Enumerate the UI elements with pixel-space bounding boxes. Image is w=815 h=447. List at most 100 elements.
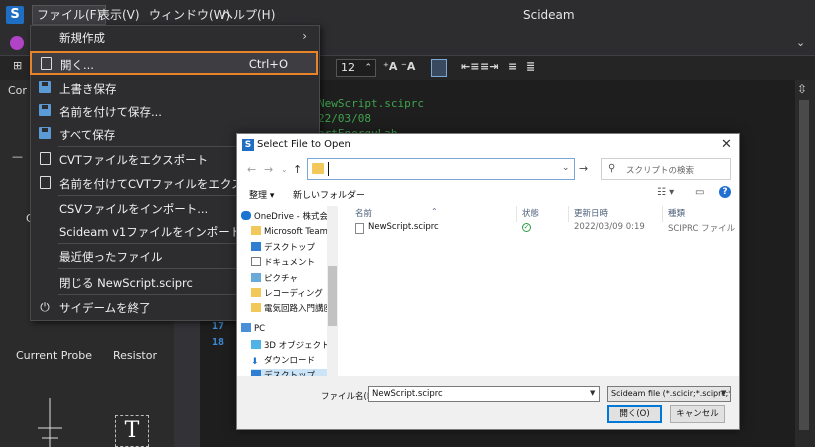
font-size-value: 12	[341, 61, 355, 74]
file-type: SCIPRC ファイル	[668, 224, 736, 234]
menu-help[interactable]: ヘルプ(H)	[221, 6, 275, 24]
menu-window[interactable]: ウィンドウ(W)	[149, 6, 230, 24]
code-line: 22/03/08	[318, 112, 371, 125]
dialog-title: Select File to Open	[257, 139, 351, 150]
app-logo-icon: S	[6, 6, 24, 24]
open-button[interactable]: 開く(O)	[607, 405, 662, 423]
script-tab-icon[interactable]	[10, 36, 24, 50]
nav-item-teams[interactable]: Microsoft Teams	[251, 226, 332, 240]
dialog-command-bar: 整理 ▾ 新しいフォルダー ☷ ▾ ▭	[237, 184, 739, 206]
column-separator[interactable]	[516, 206, 517, 222]
dialog-titlebar[interactable]: S Select File to Open ✕	[237, 134, 739, 156]
grid-icon[interactable]: ⊞	[13, 59, 22, 72]
save-all-icon	[38, 127, 52, 141]
folder-icon	[312, 163, 324, 174]
editor-scroll-thumb[interactable]	[799, 100, 809, 430]
chevron-down-icon[interactable]: ⌄	[562, 163, 570, 173]
nav-item-pictures[interactable]: ピクチャ	[251, 272, 298, 286]
search-placeholder: スクリプトの検索	[626, 166, 695, 176]
indent-icon[interactable]: ≡⇥	[480, 60, 498, 73]
code-line: NewScript.sciprc	[318, 97, 424, 110]
stepper-icon[interactable]: ⌃	[364, 60, 372, 76]
column-separator[interactable]	[568, 206, 569, 222]
column-name[interactable]: 名前	[355, 207, 372, 219]
dialog-footer	[237, 376, 739, 429]
folder-icon	[251, 288, 261, 297]
nav-item-onedrive[interactable]: OneDrive - 株式会	[241, 210, 328, 224]
nav-item-course[interactable]: 電気回路入門講座	[251, 302, 332, 316]
back-icon[interactable]: ←	[247, 163, 256, 176]
chevron-right-icon: ›	[302, 29, 307, 43]
filename-input[interactable]: NewScript.sciprc	[368, 386, 600, 402]
menu-item-new[interactable]: 新規作成 ›	[31, 26, 319, 49]
go-icon[interactable]: →	[579, 162, 588, 175]
pc-icon	[241, 323, 251, 332]
resistor-icon[interactable]: T	[115, 415, 149, 447]
menu-view[interactable]: 表示(V)	[98, 6, 140, 24]
forward-icon[interactable]: →	[264, 163, 273, 176]
comment-icon[interactable]: ≡	[508, 60, 517, 73]
cloud-icon	[241, 211, 251, 220]
chevron-down-icon[interactable]: ▼	[590, 389, 595, 397]
organize-button[interactable]: 整理 ▾	[249, 188, 274, 201]
folder-icon	[251, 303, 261, 312]
align-left-icon[interactable]	[431, 59, 447, 77]
current-probe-label: Current Probe	[16, 349, 93, 362]
nav-item-pc[interactable]: PC	[241, 323, 265, 337]
open-file-dialog: S Select File to Open ✕ ← → ⌄ ↑ ⌄ → ⚲ スク…	[236, 133, 740, 430]
menu-item-save-as[interactable]: 名前を付けて保存...	[31, 100, 319, 123]
search-icon: ⚲	[608, 163, 616, 174]
nav-item-3d-objects[interactable]: 3D オブジェクト	[251, 339, 330, 353]
menu-item-open[interactable]: 開く... Ctrl+O	[30, 51, 318, 75]
line-number: 17	[212, 321, 225, 332]
line-number: 18	[212, 337, 225, 348]
outdent-icon[interactable]: ⇤≡	[461, 60, 479, 73]
chevron-down-icon[interactable]: ▼	[721, 389, 726, 397]
file-type-filter[interactable]: Scideam file (*.scicir;*.sciprc;*.s	[607, 386, 731, 402]
address-bar[interactable]: ⌄	[307, 158, 575, 180]
column-status[interactable]: 状態	[522, 207, 539, 219]
document-icon	[251, 257, 261, 266]
column-separator[interactable]	[662, 206, 663, 222]
shrink-font-button[interactable]: ⁻A	[401, 60, 415, 73]
component-tab[interactable]: Cor	[8, 84, 27, 97]
chevron-down-icon[interactable]: ⌄	[796, 36, 805, 49]
open-icon	[39, 57, 53, 71]
folder-icon	[251, 226, 261, 235]
power-icon: ⏻	[40, 300, 50, 314]
search-box[interactable]: ⚲ スクリプトの検索	[601, 158, 731, 180]
sync-status-icon: ✓	[522, 223, 531, 232]
download-icon: ⬇	[251, 357, 259, 367]
save-icon	[38, 81, 52, 95]
export-as-icon	[38, 176, 52, 190]
view-options-icon[interactable]: ☷ ▾	[657, 187, 674, 198]
up-icon[interactable]: ↑	[293, 163, 302, 176]
help-icon[interactable]: ?	[719, 186, 731, 198]
nav-scroll-thumb[interactable]	[328, 266, 337, 326]
close-icon[interactable]: ✕	[721, 137, 732, 152]
nav-item-downloads[interactable]: ⬇ ダウンロード	[251, 354, 315, 368]
menu-item-save[interactable]: 上書き保存	[31, 77, 319, 100]
recent-locations-icon[interactable]: ⌄	[281, 165, 288, 174]
column-date[interactable]: 更新日時	[574, 207, 608, 219]
file-date: 2022/03/09 0:19	[574, 222, 645, 232]
grow-font-button[interactable]: ⁺A	[383, 60, 397, 73]
new-folder-button[interactable]: 新しいフォルダー	[293, 188, 365, 201]
file-name[interactable]: NewScript.sciprc	[368, 222, 439, 232]
nav-item-documents[interactable]: ドキュメント	[251, 256, 315, 270]
menu-file[interactable]: ファイル(F)	[31, 5, 107, 25]
nav-item-recording[interactable]: レコーディング	[251, 287, 323, 301]
column-type[interactable]: 種類	[668, 207, 685, 219]
file-icon	[355, 223, 364, 234]
nav-item-desktop[interactable]: デスクトップ	[251, 241, 315, 255]
split-icon[interactable]: ⇳	[797, 82, 807, 96]
current-probe-icon[interactable]	[35, 398, 65, 447]
font-size-input[interactable]: 12 ⌃	[336, 59, 376, 77]
sort-chevron-icon: ⌃	[431, 207, 438, 216]
picture-icon	[251, 273, 261, 282]
cancel-button[interactable]: キャンセル	[670, 405, 725, 423]
wire-icon[interactable]: —	[12, 150, 23, 163]
preview-pane-icon[interactable]: ▭	[695, 187, 704, 198]
uncomment-icon[interactable]: ≣	[526, 60, 535, 73]
cube-icon	[251, 340, 261, 349]
